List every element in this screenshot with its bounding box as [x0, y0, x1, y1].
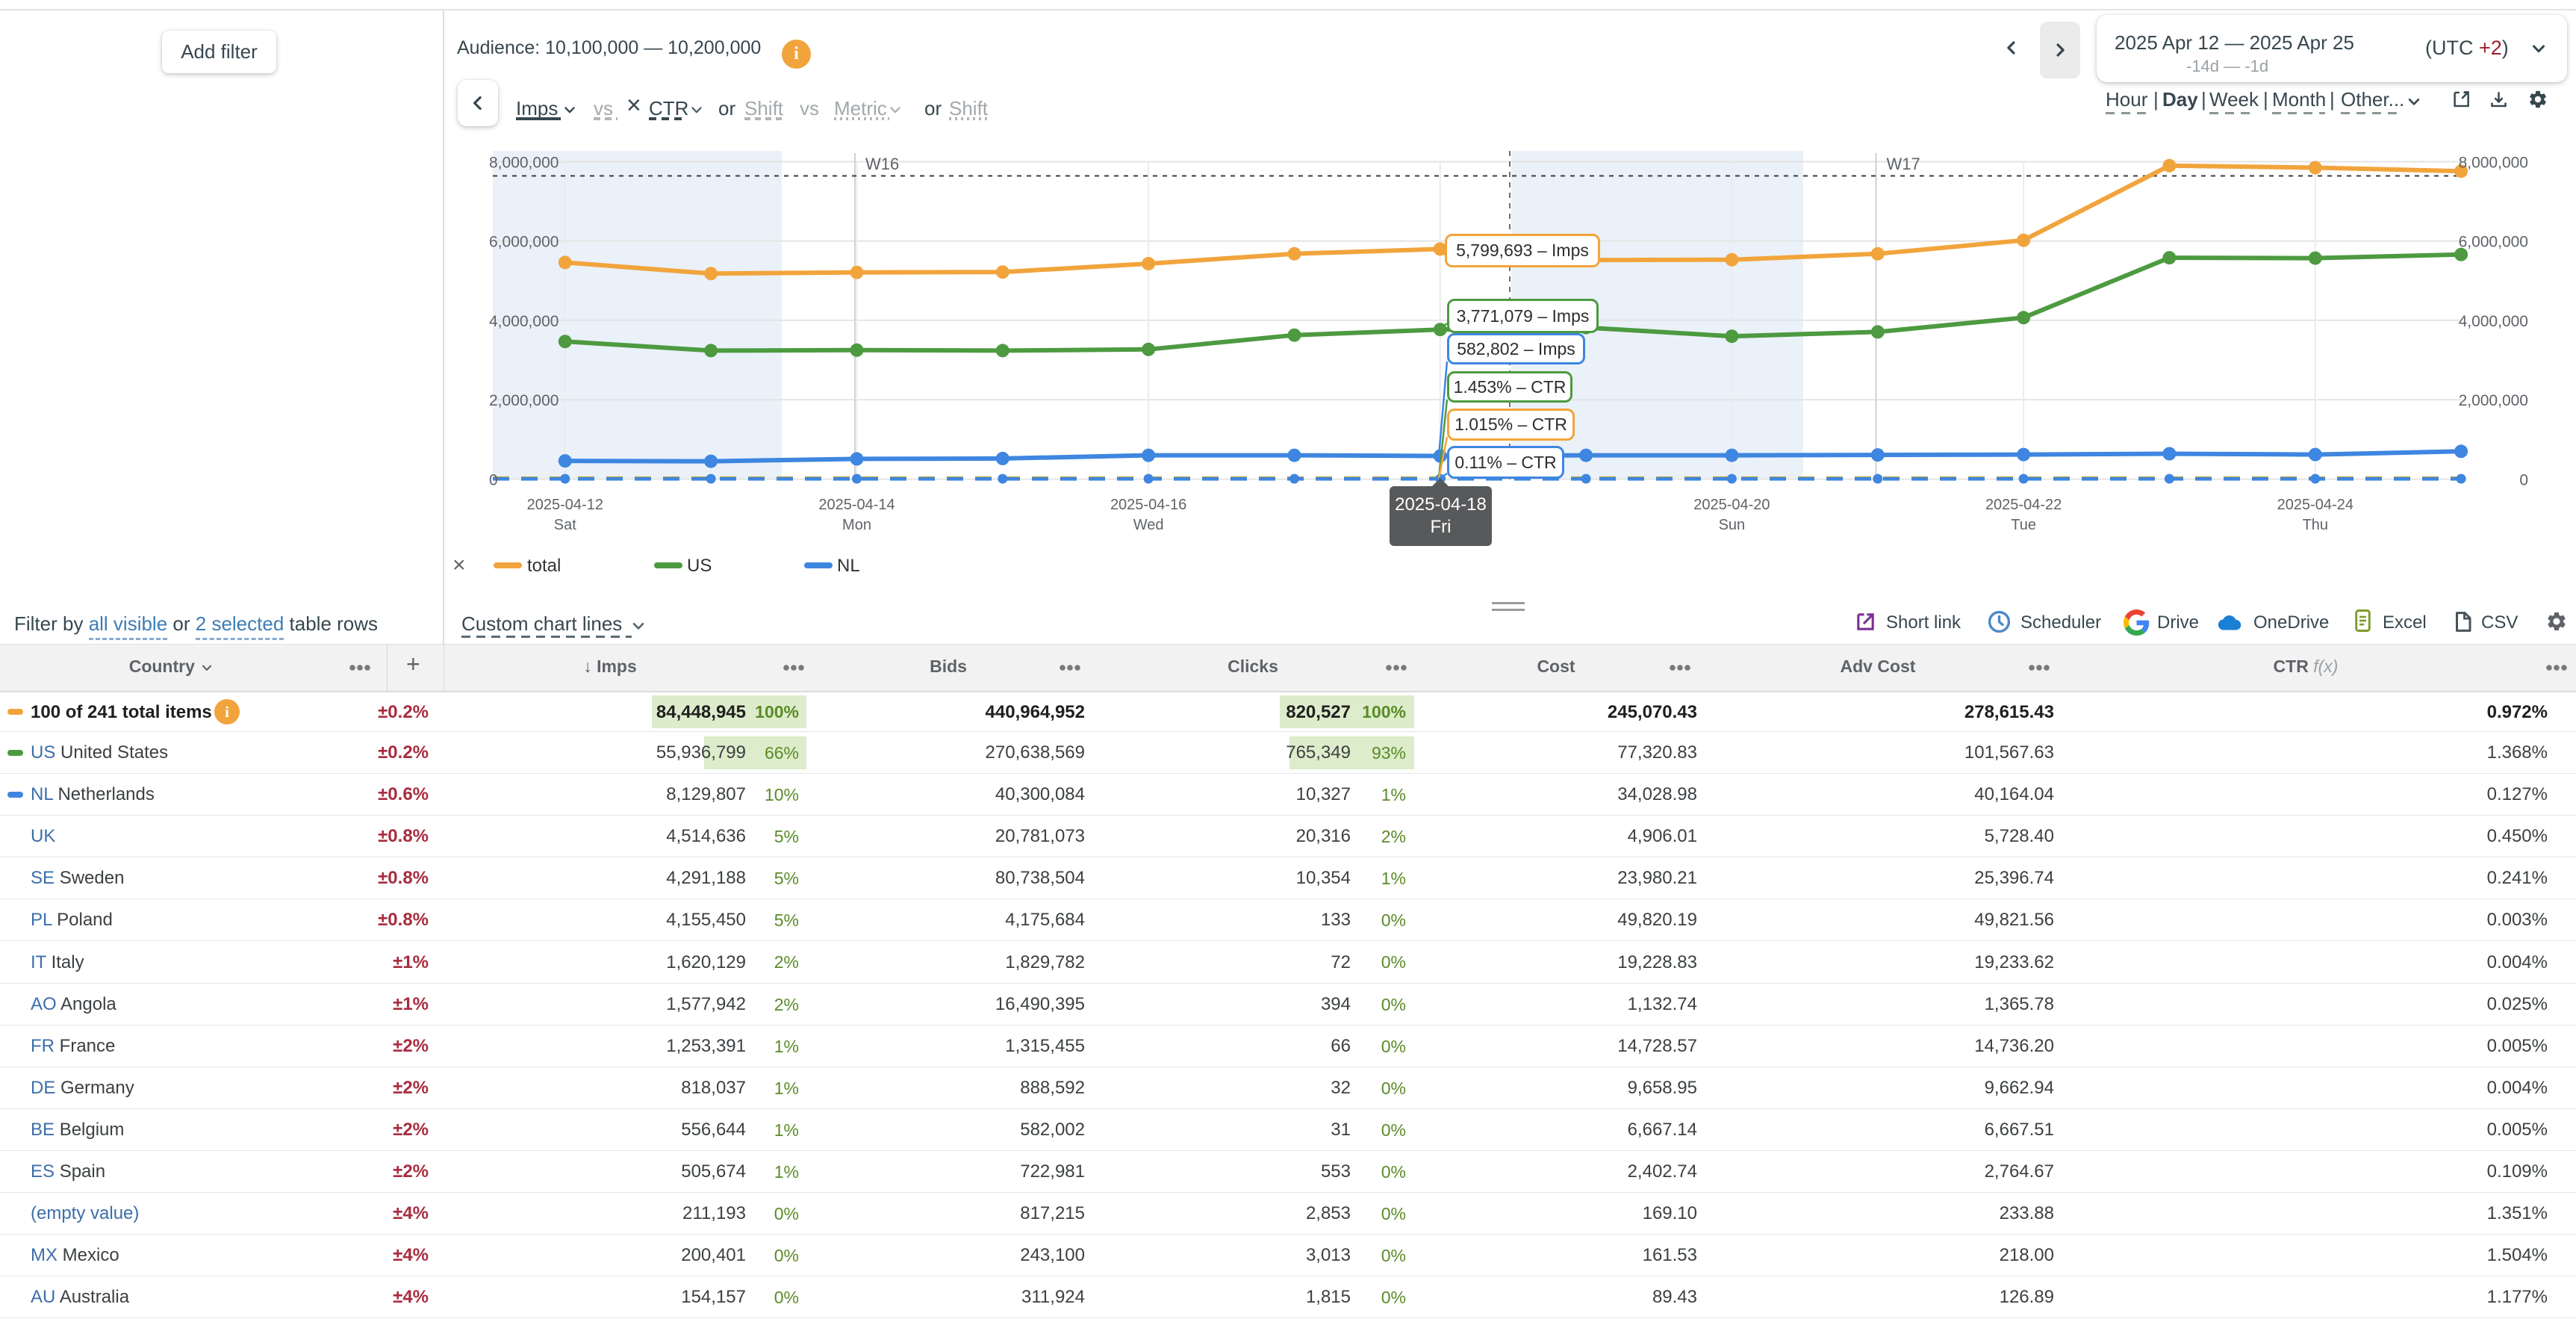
svg-text:Mon: Mon — [842, 517, 871, 533]
svg-text:W16: W16 — [865, 155, 899, 173]
svg-text:0: 0 — [2519, 472, 2528, 489]
svg-text:8,000,000: 8,000,000 — [2459, 155, 2528, 172]
svg-text:Wed: Wed — [1133, 517, 1164, 533]
svg-text:2025-04-20: 2025-04-20 — [1693, 497, 1770, 513]
svg-text:Thu: Thu — [2303, 517, 2328, 533]
svg-text:Sat: Sat — [554, 517, 576, 533]
svg-text:W17: W17 — [1887, 155, 1920, 173]
svg-text:4,000,000: 4,000,000 — [2459, 313, 2528, 330]
svg-text:Sun: Sun — [1719, 517, 1746, 533]
svg-text:2025-04-22: 2025-04-22 — [1985, 497, 2062, 513]
svg-text:6,000,000: 6,000,000 — [489, 234, 559, 251]
svg-text:2,000,000: 2,000,000 — [2459, 392, 2528, 409]
svg-text:Tue: Tue — [2011, 517, 2036, 533]
svg-text:8,000,000: 8,000,000 — [489, 155, 559, 172]
svg-text:2,000,000: 2,000,000 — [489, 392, 559, 409]
svg-text:2025-04-24: 2025-04-24 — [2277, 497, 2353, 513]
svg-text:6,000,000: 6,000,000 — [2459, 234, 2528, 251]
svg-text:2025-04-12: 2025-04-12 — [527, 497, 603, 513]
svg-text:2025-04-16: 2025-04-16 — [1110, 497, 1186, 513]
svg-text:4,000,000: 4,000,000 — [489, 313, 559, 330]
svg-text:0: 0 — [489, 472, 498, 489]
svg-text:2025-04-14: 2025-04-14 — [818, 497, 895, 513]
